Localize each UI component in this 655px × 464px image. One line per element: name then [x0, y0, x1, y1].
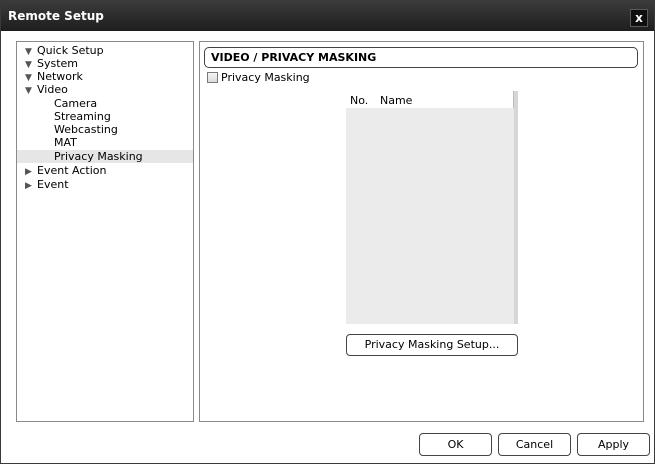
navigation-tree: ▼ Quick Setup ▼ System ▼ Network ▼ Video Cam… [16, 41, 194, 422]
mask-list[interactable]: No. Name [346, 91, 518, 324]
tree-item-label: Quick Setup [37, 44, 104, 57]
tree-item-privacy-masking[interactable]: Privacy Masking [17, 150, 193, 163]
remote-setup-window: Remote Setup x ▼ Quick Setup ▼ System ▼ Net… [0, 0, 655, 464]
expanded-arrow-icon: ▼ [25, 86, 32, 96]
column-header-no[interactable]: No. [350, 94, 368, 107]
privacy-masking-setup-button[interactable]: Privacy Masking Setup... [346, 334, 518, 356]
list-scrollbar[interactable] [514, 91, 518, 324]
tree-item-quick-setup[interactable]: ▼ Quick Setup [25, 44, 104, 57]
tree-item-streaming[interactable]: Streaming [54, 110, 111, 123]
collapsed-arrow-icon: ▶ [25, 181, 32, 191]
tree-item-event[interactable]: ▶ Event [25, 178, 69, 191]
tree-item-camera[interactable]: Camera [54, 97, 97, 110]
column-header-name[interactable]: Name [380, 94, 412, 107]
tree-item-label: Network [37, 70, 83, 83]
tree-item-network[interactable]: ▼ Network [25, 70, 83, 83]
tree-item-label: Event [37, 178, 69, 191]
settings-panel: VIDEO / PRIVACY MASKING Privacy Masking … [199, 41, 644, 422]
checkbox-label: Privacy Masking [221, 71, 310, 84]
cancel-button[interactable]: Cancel [498, 433, 571, 456]
tree-item-webcasting[interactable]: Webcasting [54, 123, 118, 136]
tree-item-label: Event Action [37, 164, 107, 177]
list-header: No. Name [346, 91, 514, 108]
tree-item-system[interactable]: ▼ System [25, 57, 78, 70]
tree-item-label: Video [37, 83, 68, 96]
ok-button[interactable]: OK [419, 433, 492, 456]
privacy-masking-checkbox-row[interactable]: Privacy Masking [207, 71, 310, 85]
window-title: Remote Setup [8, 9, 104, 23]
tree-item-event-action[interactable]: ▶ Event Action [25, 164, 106, 177]
apply-button[interactable]: Apply [577, 433, 650, 456]
tree-item-mat[interactable]: MAT [54, 136, 77, 149]
section-header: VIDEO / PRIVACY MASKING [204, 47, 638, 68]
close-button[interactable]: x [630, 9, 648, 27]
privacy-masking-checkbox[interactable] [207, 72, 218, 83]
tree-item-label: System [37, 57, 79, 70]
tree-item-video[interactable]: ▼ Video [25, 83, 68, 96]
title-bar: Remote Setup x [1, 1, 654, 31]
